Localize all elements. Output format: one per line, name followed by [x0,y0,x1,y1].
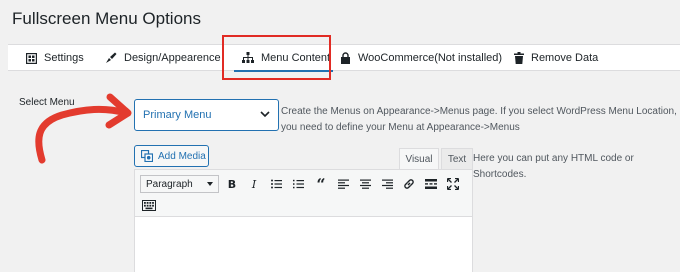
bold-icon[interactable]: B [223,175,241,193]
numbered-list-icon[interactable] [289,175,307,193]
menu-select-value: Primary Menu [143,109,212,121]
editor-toolbar: Paragraph B I “ [135,170,472,217]
format-select-value: Paragraph [146,178,193,190]
select-help-text: Create the Menus on Appearance->Menus pa… [281,106,677,133]
tab-label: Remove Data [531,52,599,64]
fullscreen-icon[interactable] [444,175,462,193]
align-left-icon[interactable] [334,175,352,193]
page-title: Fullscreen Menu Options [12,9,201,28]
editor: Paragraph B I “ [134,169,473,272]
tab-woocommerce[interactable]: WooCommerce(Not installed) [340,45,502,71]
italic-icon[interactable]: I [245,175,263,193]
tab-label: Design/Appearence [124,52,221,64]
format-select[interactable]: Paragraph [140,175,219,193]
link-icon[interactable] [400,175,418,193]
lock-icon [341,52,350,64]
align-center-icon[interactable] [356,175,374,193]
editor-content-area[interactable] [135,217,472,272]
tab-text[interactable]: Text [441,148,473,169]
add-media-button[interactable]: Add Media [134,145,209,167]
tab-remove-data[interactable]: Remove Data [514,45,598,71]
tab-visual[interactable]: Visual [399,148,439,169]
brush-icon [106,52,117,63]
tab-label: WooCommerce(Not installed) [358,52,503,64]
tab-bar: Settings Design/Appearence Menu Content … [8,44,680,72]
keyboard-icon[interactable] [140,196,158,214]
caret-down-icon [207,182,213,186]
tab-design[interactable]: Design/Appearence [105,45,221,71]
tab-label: Settings [44,52,84,64]
align-right-icon[interactable] [378,175,396,193]
add-media-label: Add Media [158,150,206,162]
highlight-box [222,35,331,80]
blockquote-icon[interactable]: “ [312,175,330,194]
curved-arrow-icon [35,93,132,164]
menu-select[interactable]: Primary Menu [134,99,279,131]
media-icon [141,150,153,162]
editor-help-text: Here you can put any HTML code or Shortc… [473,153,634,180]
trash-icon [514,52,524,64]
chevron-down-icon [260,111,270,118]
read-more-icon[interactable] [422,175,440,193]
bullet-list-icon[interactable] [267,175,285,193]
tab-settings[interactable]: Settings [26,45,84,71]
settings-grid-icon [26,52,37,64]
